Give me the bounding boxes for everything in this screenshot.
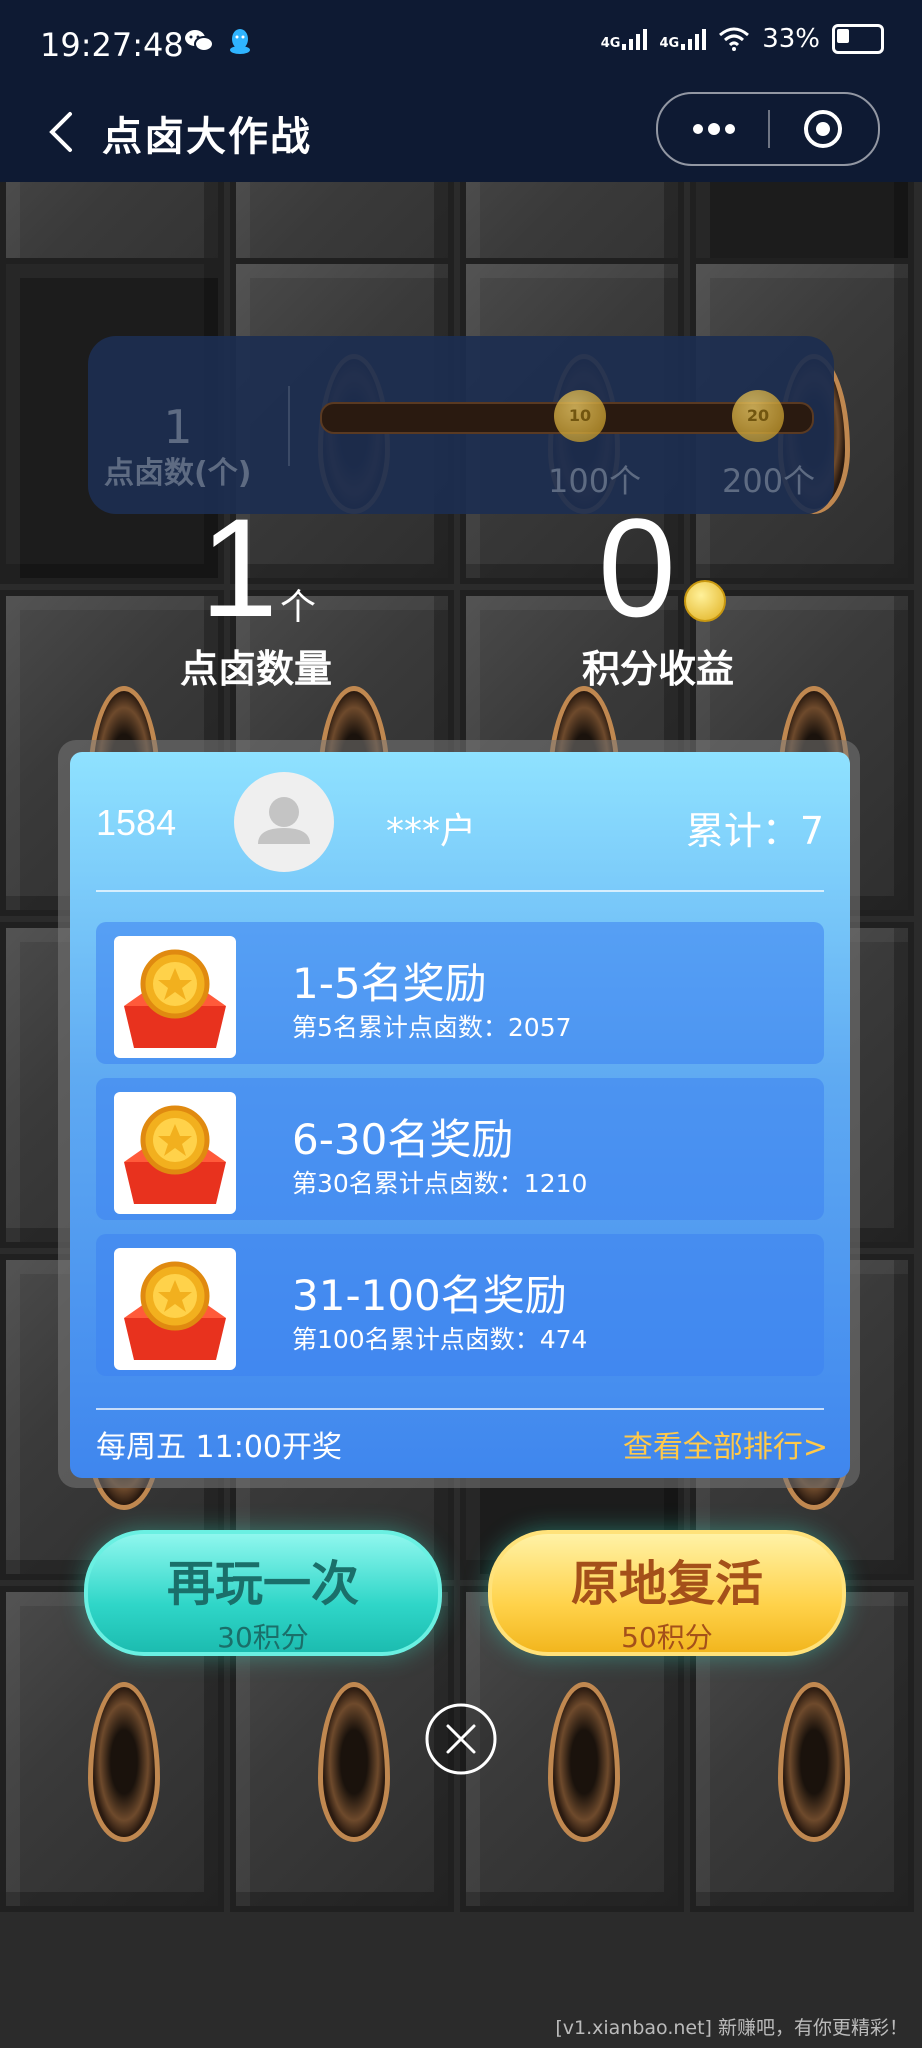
system-indicators: 4G 4G 33% [601,24,884,54]
coin-icon [684,580,726,622]
reward-row: 31-100名奖励 第100名累计点卤数：474 [96,1234,824,1376]
seed-icon [778,1682,850,1842]
battery-percent: 33% [762,24,820,54]
seed-icon [318,1682,390,1842]
signal-2: 4G [659,28,707,51]
milestone-label: 200个 [722,462,816,500]
reward-title: 1-5名奖励 [292,959,487,1008]
progress-panel: 1 点卤数(个) 10 20 100个 200个 [88,336,834,514]
reward-threshold: 第100名累计点卤数：474 [292,1325,588,1354]
revive-button-label: 原地复活 [570,1556,763,1612]
gold-coin-chest-icon [124,1105,226,1204]
nav-bar: 点卤大作战 [0,86,922,182]
reward-title: 6-30名奖励 [292,1115,514,1164]
gold-coin-chest-icon [124,949,226,1048]
status-bar: 19:27:48 4G 4G 33% [0,0,922,86]
gold-coin-chest-icon [124,1261,226,1360]
revive-button[interactable]: 原地复活 50积分 [488,1530,846,1656]
draw-time: 每周五 11:00开奖 [96,1430,342,1465]
replay-button[interactable]: 再玩一次 30积分 [84,1530,442,1656]
reward-chest-icon [114,1248,236,1370]
network-type-1: 4G [600,36,621,51]
network-type-2: 4G [659,36,680,51]
replay-button-label: 再玩一次 [166,1556,359,1612]
progress-track: 10 20 [320,390,814,442]
card-divider [96,890,824,892]
status-time: 19:27:48 [40,26,184,64]
seed-icon [548,1682,620,1842]
username: ***户 [386,811,477,852]
progress-divider [288,386,290,466]
capsule-divider [768,110,770,148]
avatar [234,772,334,872]
view-all-ranking-link[interactable]: 查看全部排行> [623,1422,828,1466]
back-icon[interactable] [40,108,88,156]
signal-bars-icon [622,28,648,50]
wechat-icon [185,30,214,52]
leaderboard-card: 1584 ***户 累计：7 1-5名奖励 第5名累计点卤数：2057 6-30… [70,752,850,1478]
close-icon[interactable] [424,1702,498,1776]
reward-row: 6-30名奖励 第30名累计点卤数：1210 [96,1078,824,1220]
close-program-icon[interactable] [802,108,844,150]
reward-row: 1-5名奖励 第5名累计点卤数：2057 [96,922,824,1064]
reward-chest-icon [114,936,236,1058]
reward-title: 31-100名奖励 [292,1271,567,1320]
notification-icons [184,28,252,56]
reward-threshold: 第30名累计点卤数：1210 [292,1169,588,1198]
signal-1: 4G [601,28,648,50]
qq-icon [230,29,250,54]
count-label: 点卤数量 [180,647,333,691]
page-title: 点卤大作战 [102,114,312,160]
user-silhouette-icon [258,797,310,844]
points-value: 0 [598,489,676,646]
watermark: [v1.xianbao.net] 新赚吧，有你更精彩！ [555,2017,908,2039]
reward-threshold: 第5名累计点卤数：2057 [292,1013,572,1042]
total-score: 累计：7 [685,809,824,853]
seed-icon [88,1682,160,1842]
signal-bars-icon [681,28,707,50]
milestone-coin-icon: 10 [554,390,606,442]
more-icon[interactable] [686,116,742,142]
battery-icon [832,24,884,54]
progress-count: 1 [163,400,193,454]
points-label: 积分收益 [582,647,735,691]
count-value: 1 [200,489,278,646]
user-rank: 1584 [96,802,177,843]
card-divider [96,1408,824,1410]
milestone-coin-icon: 20 [732,390,784,442]
progress-label: 点卤数(个) [104,456,252,491]
revive-button-cost: 50积分 [621,1621,713,1654]
wifi-icon [719,27,750,51]
count-unit: 个 [280,587,317,628]
miniprogram-capsule [656,92,880,166]
replay-button-cost: 30积分 [217,1621,309,1654]
reward-chest-icon [114,1092,236,1214]
